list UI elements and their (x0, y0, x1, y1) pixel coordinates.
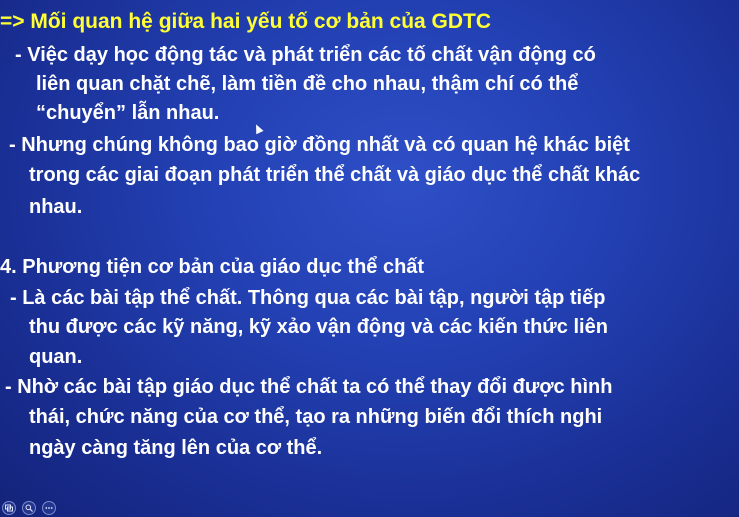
bullet-line: - Việc dạy học động tác và phát triển cá… (15, 44, 596, 66)
bullet-line: quan. (29, 346, 83, 368)
slides-icon[interactable] (2, 501, 16, 515)
bullet-line: “chuyển” lẫn nhau. (36, 102, 220, 124)
bullet-line: thái, chức năng của cơ thể, tạo ra những… (29, 406, 603, 428)
bullet-line: trong các giai đoạn phát triển thể chất … (29, 164, 641, 186)
bullet-line: liên quan chặt chẽ, làm tiền đề cho nhau… (36, 73, 579, 95)
presentation-slide: => Mối quan hệ giữa hai yếu tố cơ bản củ… (0, 0, 739, 517)
slide-title: => Mối quan hệ giữa hai yếu tố cơ bản củ… (0, 10, 492, 33)
bullet-line: thu được các kỹ năng, kỹ xảo vận động và… (29, 316, 608, 338)
bullet-line: nhau. (29, 196, 83, 218)
slideshow-toolbar (2, 501, 56, 515)
more-icon[interactable] (42, 501, 56, 515)
zoom-icon[interactable] (22, 501, 36, 515)
bullet-line: - Nhưng chúng không bao giờ đồng nhất và… (9, 134, 630, 156)
bullet-line: - Nhờ các bài tập giáo dục thể chất ta c… (5, 376, 613, 398)
bullet-line: ngày càng tăng lên của cơ thể. (29, 437, 323, 459)
bullet-line: - Là các bài tập thể chất. Thông qua các… (10, 287, 606, 309)
section-heading: 4. Phương tiện cơ bản của giáo dục thể c… (0, 256, 425, 278)
